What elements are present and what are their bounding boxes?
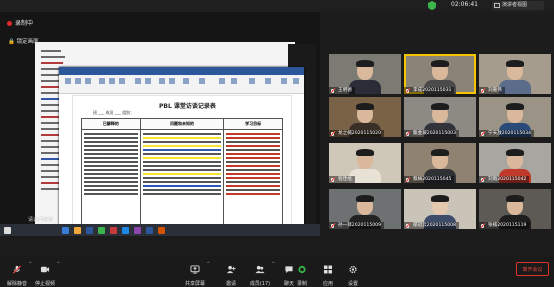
view-mode-button[interactable]: 演讲者视图	[492, 1, 544, 10]
share-screen-button[interactable]: 共享屏幕 ^	[180, 259, 210, 287]
table-header: 问题和未知的	[139, 118, 225, 130]
document-meta: 班 ___ 成员 ___ 组别：	[93, 110, 135, 115]
meeting-timer: 02:06:41	[451, 1, 478, 8]
video-overlay-label: 请访问链接	[28, 217, 54, 223]
recording-dot-icon	[7, 21, 12, 26]
unmute-button[interactable]: 解除静音 ^	[2, 259, 32, 287]
shield-icon	[428, 1, 436, 10]
windows-taskbar	[0, 224, 320, 236]
participant-tile[interactable]: 蔡绮2020115045	[404, 143, 476, 183]
stop-video-button[interactable]: 停止视频 ^	[30, 259, 60, 287]
participant-tile[interactable]: 程佳绘	[329, 143, 401, 183]
participant-tile[interactable]: 李成2020115031	[404, 54, 476, 94]
word-ribbon[interactable]	[59, 75, 304, 94]
meeting-toolbar: 解除静音 ^ 停止视频 ^ 共享屏幕 ^ 邀请 成员(17) ^ 聊天 录制 应用 设置	[0, 256, 554, 287]
document-page[interactable]: PBL 课堂访谈记录表 班 ___ 成员 ___ 组别： 已解释的 问题和未知的…	[72, 95, 292, 231]
participant-tile[interactable]: 孙一菲2020115009	[329, 189, 401, 229]
participant-tile[interactable]: 郁冠云2020115008	[404, 189, 476, 229]
participant-tile[interactable]: 刘雨2020115042	[479, 143, 551, 183]
participant-tile[interactable]: 宁天放2020115034	[479, 97, 551, 137]
participant-tile[interactable]: 甄金坡2020115003	[404, 97, 476, 137]
lock-screen-toggle[interactable]: 🔒 锁定画面	[8, 37, 39, 45]
interview-table: 已解释的 问题和未知的 学习目标	[81, 118, 283, 226]
recording-indicator[interactable]: 录制中	[7, 18, 33, 27]
apps-icon	[323, 265, 333, 274]
video-camera-icon	[40, 266, 50, 273]
participant-tile[interactable]: 刘嘉伟	[479, 54, 551, 94]
muted-mic-icon	[13, 265, 21, 274]
participants-button[interactable]: 成员(17) ^	[245, 259, 275, 287]
participant-gallery: 王明德 李成2020115031 刘嘉伟 龙之楠2020115020 甄金坡20…	[320, 12, 554, 236]
participant-tile[interactable]: 王明德	[329, 54, 401, 94]
table-header: 已解释的	[81, 118, 141, 130]
participants-icon	[255, 265, 265, 274]
settings-button[interactable]: 设置	[338, 259, 368, 287]
share-screen-icon	[190, 265, 200, 274]
top-bar: 02:06:41 演讲者视图	[0, 0, 554, 12]
record-icon	[298, 265, 306, 274]
gear-icon	[349, 265, 357, 274]
invite-button[interactable]: 邀请	[216, 259, 246, 287]
invite-icon	[226, 265, 236, 274]
word-title-bar[interactable]	[59, 67, 304, 75]
leave-meeting-button[interactable]: 离开会议	[516, 262, 549, 276]
participant-tile[interactable]: 龙之楠2020115020	[329, 97, 401, 137]
document-title: PBL 课堂访谈记录表	[159, 103, 216, 110]
word-window[interactable]: PBL 课堂访谈记录表 班 ___ 成员 ___ 组别： 已解释的 问题和未知的…	[59, 67, 304, 236]
shared-screen: PBL 课堂访谈记录表 班 ___ 成员 ___ 组别： 已解释的 问题和未知的…	[0, 12, 320, 236]
grid-icon	[494, 3, 500, 8]
participant-tile[interactable]: 张楠2020115119	[479, 189, 551, 229]
view-mode-label: 演讲者视图	[502, 2, 528, 8]
table-header: 学习目标	[223, 118, 283, 130]
